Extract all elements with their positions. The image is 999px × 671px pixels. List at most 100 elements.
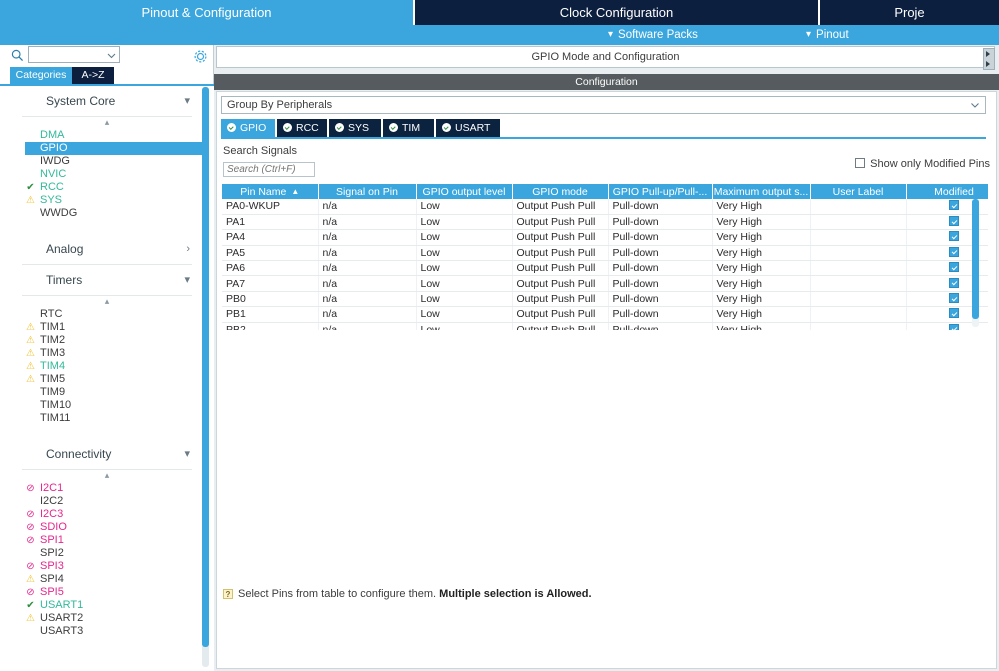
cell-output-level: Low <box>416 275 513 292</box>
modified-checkbox-icon[interactable] <box>949 277 959 288</box>
column-header-pin-name[interactable]: Pin Name ▲ <box>222 184 319 199</box>
column-header-user-label[interactable]: User Label <box>810 184 907 199</box>
chevron-down-icon[interactable] <box>106 50 117 61</box>
peripheral-list-system-core: DMA GPIO IWDG NVIC ✔ RCC ⚠ SYS WWDG <box>0 128 214 234</box>
subtab-software-packs[interactable]: ▾ Software Packs <box>608 25 698 45</box>
sidebar-item-rcc[interactable]: ✔ RCC <box>0 181 214 194</box>
group-scroll-handle-system-core[interactable]: ▴ <box>0 117 214 128</box>
tab-sys[interactable]: SYS <box>329 119 381 137</box>
sidebar-item-usart3[interactable]: USART3 <box>0 625 214 638</box>
categories-list[interactable]: System Core ▾ ▴ DMA GPIO IWDG NVIC ✔ RCC… <box>0 84 214 671</box>
sidebar-item-sdio[interactable]: ⊘ SDIO <box>0 521 214 534</box>
sidebar-item-usart1[interactable]: ✔ USART1 <box>0 599 214 612</box>
cell-user-label <box>810 291 907 308</box>
sidebar-item-i2c2[interactable]: I2C2 <box>0 495 214 508</box>
modified-checkbox-icon[interactable] <box>949 246 959 257</box>
cell-output-level: Low <box>416 260 513 277</box>
sidebar-item-rtc[interactable]: RTC <box>0 308 214 321</box>
tab-project-manager[interactable]: Proje <box>820 0 999 25</box>
sidebar-item-spi3[interactable]: ⊘ SPI3 <box>0 560 214 573</box>
category-group-timers: Timers ▾ ▴ RTC ⚠ TIM1 ⚠ TIM2 ⚠ TIM3 ⚠ TI… <box>0 265 214 439</box>
sidebar-item-i2c3[interactable]: ⊘ I2C3 <box>0 508 214 521</box>
search-signals-input[interactable] <box>224 163 316 176</box>
tab-rcc[interactable]: RCC <box>277 119 327 137</box>
cell-pin-name: PB1 <box>222 306 319 323</box>
tab-tim[interactable]: TIM <box>383 119 434 137</box>
sidebar-item-tim1[interactable]: ⚠ TIM1 <box>0 321 214 334</box>
column-header-gpio-pull-up-pull-down[interactable]: GPIO Pull-up/Pull-... <box>608 184 713 199</box>
sidebar-item-spi4[interactable]: ⚠ SPI4 <box>0 573 214 586</box>
column-header-signal-on-pin[interactable]: Signal on Pin <box>318 184 417 199</box>
modified-checkbox-icon[interactable] <box>949 231 959 242</box>
gear-icon[interactable] <box>193 49 208 64</box>
table-row[interactable]: PA6 n/a Low Output Push Pull Pull-down V… <box>222 260 988 277</box>
sidebar-item-tim5[interactable]: ⚠ TIM5 <box>0 373 214 386</box>
sidebar-item-dma[interactable]: DMA <box>0 129 214 142</box>
table-row[interactable]: PB1 n/a Low Output Push Pull Pull-down V… <box>222 306 988 323</box>
tab-usart[interactable]: USART <box>436 119 500 137</box>
sidebar-item-tim4[interactable]: ⚠ TIM4 <box>0 360 214 373</box>
sidebar-item-label: I2C2 <box>40 495 64 507</box>
cell-pin-name: PA7 <box>222 275 319 292</box>
sidebar-search-box[interactable] <box>28 46 120 63</box>
blocked-icon: ⊘ <box>26 561 35 572</box>
sidebar-scrollbar-thumb[interactable] <box>202 87 209 647</box>
modified-checkbox-icon[interactable] <box>949 262 959 273</box>
sidebar-item-gpio[interactable]: GPIO <box>25 142 203 155</box>
search-input[interactable] <box>29 47 107 62</box>
column-header-modified[interactable]: Modified <box>906 184 988 199</box>
table-scrollbar-thumb[interactable] <box>972 199 979 319</box>
modified-checkbox-icon[interactable] <box>949 216 959 227</box>
table-row[interactable]: PA0-WKUP n/a Low Output Push Pull Pull-d… <box>222 199 988 215</box>
cell-output-level: Low <box>416 229 513 246</box>
group-scroll-handle-connectivity[interactable]: ▴ <box>0 470 214 481</box>
checkbox-icon[interactable] <box>855 158 866 168</box>
column-header-gpio-output-level[interactable]: GPIO output level <box>416 184 513 199</box>
sidebar-item-tim3[interactable]: ⚠ TIM3 <box>0 347 214 360</box>
group-scroll-handle-timers[interactable]: ▴ <box>0 296 214 307</box>
sidebar-item-spi1[interactable]: ⊘ SPI1 <box>0 534 214 547</box>
modified-checkbox-icon[interactable] <box>949 323 959 330</box>
modified-checkbox-icon[interactable] <box>949 293 959 304</box>
table-row[interactable]: PA5 n/a Low Output Push Pull Pull-down V… <box>222 245 988 262</box>
show-only-modified-pins-toggle[interactable]: Show only Modified Pins <box>855 158 990 170</box>
modified-checkbox-icon[interactable] <box>949 308 959 319</box>
panel-collapse-arrows[interactable] <box>983 48 995 70</box>
cell-gpio-mode: Output Push Pull <box>512 291 609 308</box>
subtab-pinout[interactable]: ▾ Pinout <box>806 25 849 45</box>
table-row[interactable]: PB0 n/a Low Output Push Pull Pull-down V… <box>222 291 988 308</box>
table-row[interactable]: PA7 n/a Low Output Push Pull Pull-down V… <box>222 275 988 292</box>
pins-table-wrapper[interactable]: Pin Name ▲ Signal on Pin GPIO output leve… <box>222 184 988 330</box>
sidebar-item-usart2[interactable]: ⚠ USART2 <box>0 612 214 625</box>
sidebar-item-tim9[interactable]: TIM9 <box>0 386 214 399</box>
tab-pinout-configuration[interactable]: Pinout & Configuration <box>0 0 415 25</box>
sidebar-item-nvic[interactable]: NVIC <box>0 168 214 181</box>
sidebar-item-wwdg[interactable]: WWDG <box>0 207 214 220</box>
sidebar-tab-categories[interactable]: Categories <box>10 67 72 84</box>
cell-speed: Very High <box>712 260 811 277</box>
table-row[interactable]: PA4 n/a Low Output Push Pull Pull-down V… <box>222 229 988 246</box>
sidebar-item-i2c1[interactable]: ⊘ I2C1 <box>0 482 214 495</box>
group-header-analog[interactable]: Analog › <box>22 234 192 265</box>
sidebar-item-iwdg[interactable]: IWDG <box>0 155 214 168</box>
column-header-gpio-mode[interactable]: GPIO mode <box>512 184 609 199</box>
sidebar-item-tim11[interactable]: TIM11 <box>0 412 214 425</box>
search-signals-box[interactable] <box>223 162 316 177</box>
sidebar-tab-a-to-z[interactable]: A->Z <box>72 67 114 84</box>
sidebar-item-tim10[interactable]: TIM10 <box>0 399 214 412</box>
table-row[interactable]: PB2 n/a Low Output Push Pull Pull-down V… <box>222 322 988 330</box>
sidebar-item-spi5[interactable]: ⊘ SPI5 <box>0 586 214 599</box>
tab-clock-configuration[interactable]: Clock Configuration <box>415 0 820 25</box>
group-by-dropdown[interactable]: Group By Peripherals <box>221 96 986 114</box>
group-header-system-core[interactable]: System Core ▾ <box>22 86 192 117</box>
modified-checkbox-icon[interactable] <box>949 200 959 211</box>
sidebar-item-label: TIM11 <box>40 412 71 424</box>
sidebar-item-spi2[interactable]: SPI2 <box>0 547 214 560</box>
column-header-maximum-output-speed[interactable]: Maximum output s... <box>712 184 811 199</box>
table-row[interactable]: PA1 n/a Low Output Push Pull Pull-down V… <box>222 214 988 231</box>
group-header-connectivity[interactable]: Connectivity ▾ <box>22 439 192 470</box>
sidebar-item-tim2[interactable]: ⚠ TIM2 <box>0 334 214 347</box>
group-header-timers[interactable]: Timers ▾ <box>22 265 192 296</box>
sidebar-item-sys[interactable]: ⚠ SYS <box>0 194 214 207</box>
tab-gpio[interactable]: GPIO <box>221 119 275 137</box>
